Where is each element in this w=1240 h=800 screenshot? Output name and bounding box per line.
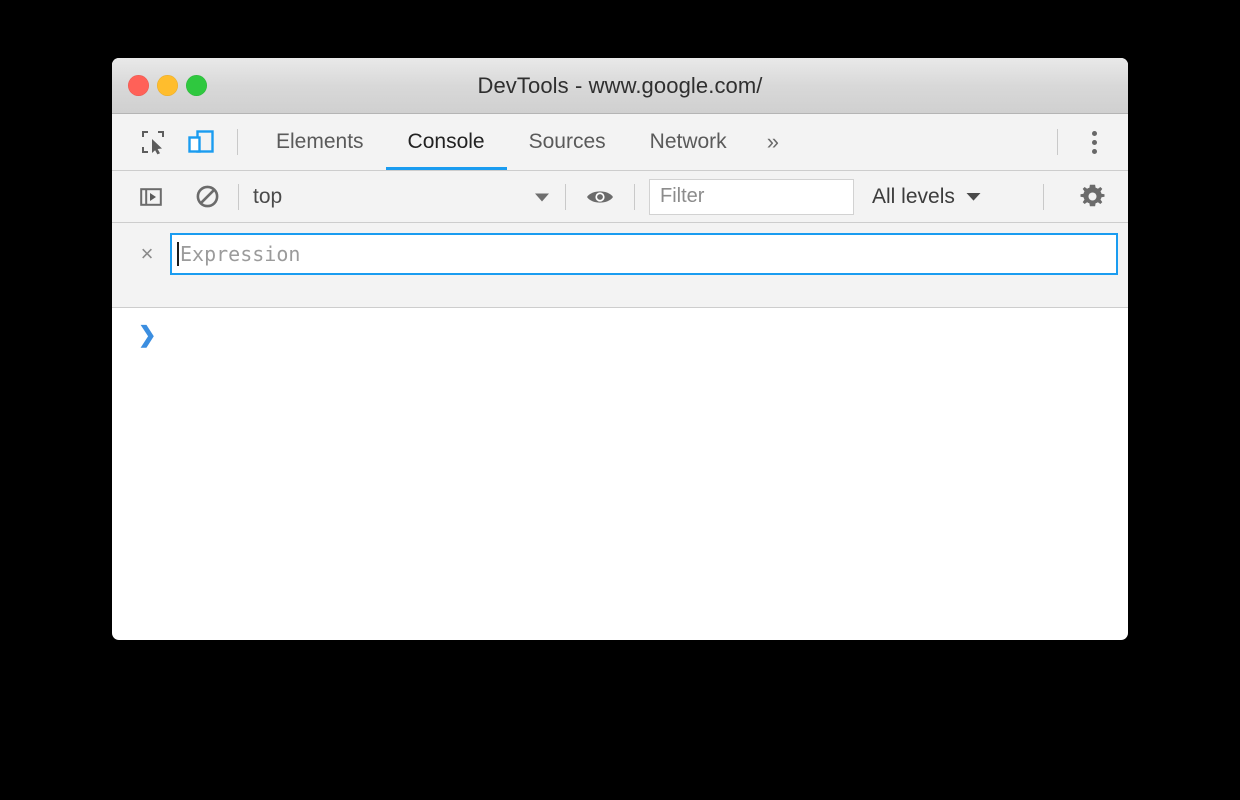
console-message-area[interactable]: ❯ [112, 308, 1128, 626]
close-button[interactable] [128, 75, 149, 96]
log-level-label: All levels [872, 184, 955, 208]
filter-input[interactable] [649, 178, 854, 215]
minimize-button[interactable] [157, 75, 178, 96]
maximize-button[interactable] [186, 75, 207, 96]
kebab-dot [1091, 148, 1097, 154]
console-toolbar-separator-4 [1043, 183, 1044, 210]
console-sidebar-icon[interactable] [134, 182, 168, 212]
live-expression-pane: × [112, 223, 1128, 308]
console-toolbar: top All levels [112, 171, 1128, 223]
tab-network-label: Network [649, 130, 727, 153]
console-prompt-chevron-icon: ❯ [138, 322, 157, 347]
tab-console[interactable]: Console [385, 114, 507, 170]
execution-context-selector[interactable]: top [253, 180, 551, 214]
live-expression-row: × [112, 233, 1128, 275]
clear-console-icon[interactable] [190, 182, 224, 212]
tab-elements-label: Elements [276, 130, 364, 153]
live-expression-input-wrapper[interactable] [170, 233, 1118, 275]
live-expression-eye-icon[interactable] [580, 182, 620, 212]
gear-icon[interactable] [1072, 180, 1112, 214]
panel-tabs: Elements Console Sources Network [254, 114, 749, 170]
tab-sources[interactable]: Sources [507, 114, 628, 170]
traffic-lights [128, 75, 207, 96]
console-toolbar-separator-3 [634, 183, 635, 210]
console-toolbar-separator-2 [565, 183, 566, 210]
tabbar-right-group [1051, 114, 1128, 170]
text-caret [177, 242, 179, 266]
tabbar-right-separator [1057, 129, 1058, 155]
tab-network[interactable]: Network [628, 114, 749, 170]
tab-sources-label: Sources [528, 130, 606, 153]
tab-console-label: Console [407, 130, 485, 153]
title-bar: DevTools - www.google.com/ [112, 58, 1128, 114]
execution-context-label: top [253, 184, 283, 208]
inspect-element-icon[interactable] [133, 124, 173, 160]
remove-expression-button[interactable]: × [130, 237, 164, 271]
more-options-icon[interactable] [1072, 122, 1116, 162]
tabbar-separator [237, 129, 238, 155]
window-title: DevTools - www.google.com/ [477, 72, 763, 98]
console-prompt-row[interactable]: ❯ [112, 318, 1128, 352]
log-level-selector[interactable]: All levels [872, 180, 982, 214]
kebab-dot [1091, 139, 1097, 145]
device-toolbar-icon[interactable] [181, 124, 221, 160]
console-toolbar-separator [238, 183, 239, 210]
console-toolbar-right-group [1029, 180, 1128, 214]
kebab-dot [1091, 130, 1097, 136]
devtools-tab-bar: Elements Console Sources Network » [112, 114, 1128, 171]
live-expression-input[interactable] [180, 242, 1111, 266]
chevron-down-icon [533, 191, 551, 203]
devtools-window: DevTools - www.google.com/ Elements Cons… [112, 58, 1128, 640]
chevron-down-icon [965, 191, 982, 202]
more-tabs-chevron-icon[interactable]: » [749, 129, 797, 155]
tab-elements[interactable]: Elements [254, 114, 386, 170]
